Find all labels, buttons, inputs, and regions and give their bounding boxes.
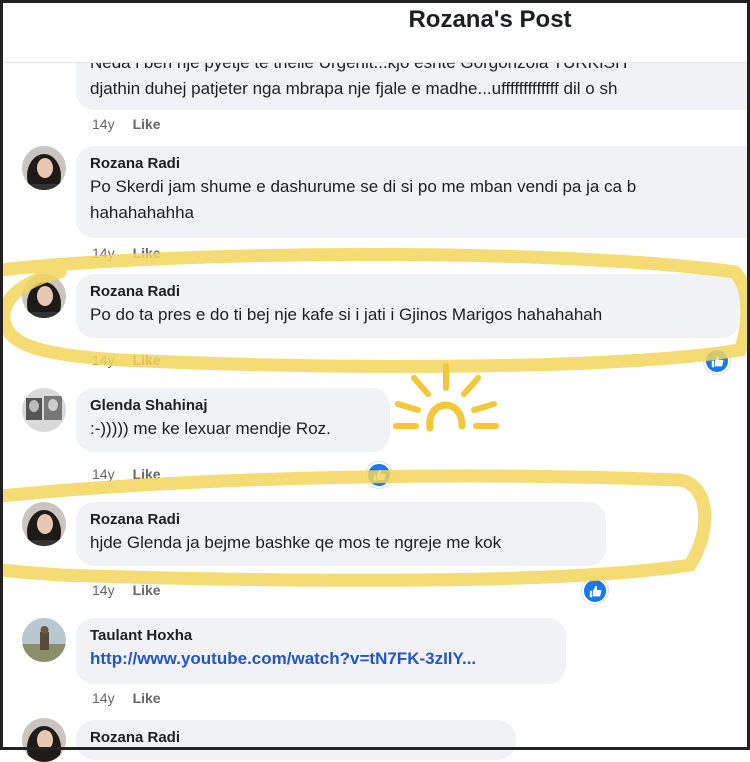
comment-text: Po do ta pres e do ti bej nje kafe si i … <box>90 305 603 324</box>
comment-time: 14y <box>92 352 115 368</box>
like-link[interactable]: Like <box>133 690 161 706</box>
comment-time: 14y <box>92 116 115 132</box>
avatar[interactable] <box>22 274 66 318</box>
comment-author[interactable]: Taulant Hoxha <box>90 626 552 646</box>
like-reaction-badge[interactable] <box>582 578 608 604</box>
comment-bubble: Taulant Hoxha http://www.youtube.com/wat… <box>76 618 566 684</box>
post-header: Rozana's Post <box>0 0 750 63</box>
like-link[interactable]: Like <box>133 582 161 598</box>
like-link[interactable]: Like <box>133 116 161 132</box>
comment-meta: 14y Like <box>92 582 161 598</box>
like-link[interactable]: Like <box>133 352 161 368</box>
comment-meta: 14y Like <box>92 690 161 706</box>
like-link[interactable]: Like <box>133 245 161 261</box>
comment-text: djathin duhej patjeter nga mbrapa nje fj… <box>90 79 618 98</box>
youtube-link[interactable]: http://www.youtube.com/watch?v=tN7FK-3zI… <box>90 646 552 672</box>
comment-author[interactable]: Rozana Radi <box>90 728 502 748</box>
comment-author[interactable]: Glenda Shahinaj <box>90 396 376 416</box>
comment-bubble: Glenda Shahinaj :-))))) me ke lexuar men… <box>76 388 390 452</box>
comment-meta: 14y Like <box>92 466 161 482</box>
sun-doodle-icon <box>393 363 499 432</box>
comment-time: 14y <box>92 466 115 482</box>
thumbs-up-icon <box>589 585 601 597</box>
like-link[interactable]: Like <box>133 466 161 482</box>
comment-text: Po Skerdi jam shume e dashurume se di si… <box>90 177 637 196</box>
comment-meta: 14y Like <box>92 352 161 368</box>
thumbs-up-icon <box>711 355 723 367</box>
like-reaction-badge[interactable] <box>366 462 392 488</box>
comment-text: hahahahahha <box>90 203 195 222</box>
comment-author[interactable]: Rozana Radi <box>90 510 592 530</box>
page-title: Rozana's Post <box>408 6 572 33</box>
comment-author[interactable]: Rozana Radi <box>90 282 726 302</box>
avatar[interactable] <box>22 146 66 190</box>
comment-bubble: Rozana Radi Po do ta pres e do ti bej nj… <box>76 274 740 338</box>
comment-time: 14y <box>92 690 115 706</box>
comment-bubble: Rozana Radi hjde Glenda ja bejme bashke … <box>76 502 606 566</box>
comment-author[interactable]: Rozana Radi <box>90 154 750 174</box>
avatar[interactable] <box>22 502 66 546</box>
comment-meta: 14y Like <box>92 116 161 132</box>
comment-meta: 14y Like <box>92 245 161 261</box>
avatar[interactable] <box>22 618 66 662</box>
comment-text: hjde Glenda ja bejme bashke qe mos te ng… <box>90 533 502 552</box>
comment-bubble: Rozana Radi Po Skerdi jam shume e dashur… <box>76 146 750 238</box>
comment-time: 14y <box>92 245 115 261</box>
like-reaction-badge[interactable] <box>704 348 730 374</box>
comment-bubble: Rozana Radi <box>76 720 516 760</box>
comment-text: :-))))) me ke lexuar mendje Roz. <box>90 419 331 438</box>
avatar[interactable] <box>22 718 66 762</box>
thumbs-up-icon <box>373 469 385 481</box>
comment-time: 14y <box>92 582 115 598</box>
avatar[interactable] <box>22 388 66 432</box>
